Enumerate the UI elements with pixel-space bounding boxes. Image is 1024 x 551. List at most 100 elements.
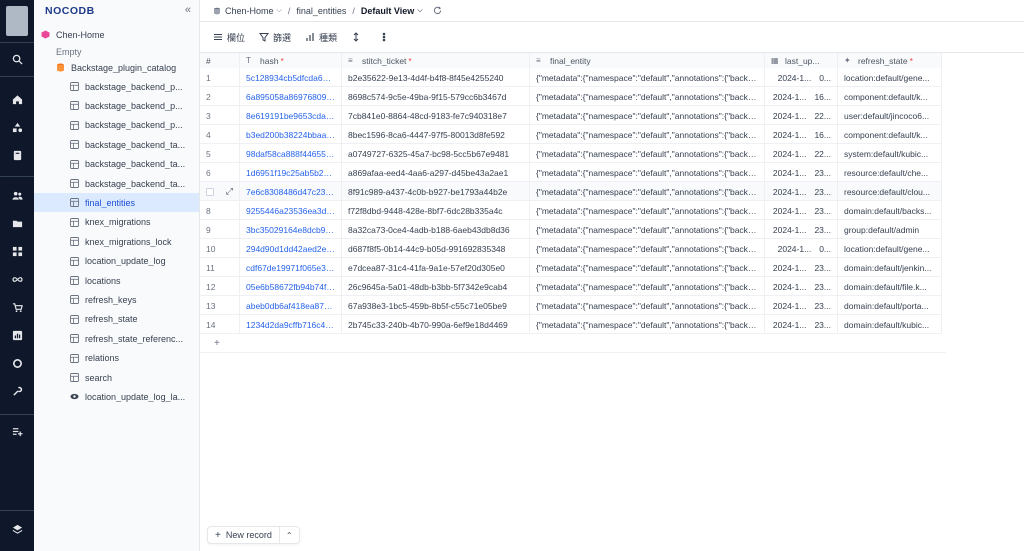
- refresh-state-cell[interactable]: component:default/k...: [838, 125, 942, 144]
- column-header[interactable]: Thash *: [240, 53, 342, 68]
- sidebar-project[interactable]: Chen-Home: [34, 25, 199, 44]
- add-row-button[interactable]: +: [200, 334, 946, 353]
- sidebar-table-item[interactable]: final_entities: [34, 193, 199, 213]
- last-updated-cell[interactable]: 2024-1... 0...: [765, 68, 838, 87]
- hash-cell[interactable]: 6a895058a86976809b...: [240, 87, 342, 106]
- last-updated-cell[interactable]: 2024-1... 22...: [765, 106, 838, 125]
- last-updated-cell[interactable]: 2024-1... 0...: [765, 239, 838, 258]
- sidebar-table-item[interactable]: relations: [34, 349, 199, 368]
- final-entity-cell[interactable]: {"metadata":{"namespace":"default","anno…: [530, 239, 765, 258]
- final-entity-cell[interactable]: {"metadata":{"namespace":"default","anno…: [530, 144, 765, 163]
- final-entity-cell[interactable]: {"metadata":{"namespace":"default","anno…: [530, 277, 765, 296]
- row-number-cell[interactable]: 10: [200, 239, 240, 258]
- sidebar-table-item[interactable]: backstage_backend_p...: [34, 116, 199, 135]
- shapes-icon[interactable]: [0, 118, 34, 136]
- sidebar-table-item[interactable]: refresh_state_referenc...: [34, 329, 199, 348]
- stitch-ticket-cell[interactable]: 8f91c989-a437-4c0b-b927-be1793a44b2e: [342, 182, 530, 201]
- column-header[interactable]: ≡ final_entity: [530, 53, 765, 68]
- last-updated-cell[interactable]: 2024-1... 23...: [765, 163, 838, 182]
- final-entity-cell[interactable]: {"metadata":{"namespace":"default","anno…: [530, 125, 765, 144]
- final-entity-cell[interactable]: {"metadata":{"namespace":"default","anno…: [530, 106, 765, 125]
- final-entity-cell[interactable]: {"metadata":{"namespace":"default","anno…: [530, 68, 765, 87]
- breadcrumb-project[interactable]: Chen-Home ⌵: [213, 6, 282, 16]
- refresh-state-cell[interactable]: domain:default/porta...: [838, 296, 942, 315]
- settings-icon[interactable]: [0, 354, 34, 372]
- row-number-cell[interactable]: 5: [200, 144, 240, 163]
- workspace-avatar[interactable]: [6, 6, 28, 36]
- last-updated-cell[interactable]: 2024-1... 23...: [765, 315, 838, 334]
- last-updated-cell[interactable]: 2024-1... 23...: [765, 201, 838, 220]
- row-number-cell[interactable]: 11: [200, 258, 240, 277]
- hash-cell[interactable]: b3ed200b38224bbaa6...: [240, 125, 342, 144]
- final-entity-cell[interactable]: {"metadata":{"namespace":"default","anno…: [530, 220, 765, 239]
- sidebar-table-item[interactable]: backstage_backend_ta...: [34, 155, 199, 174]
- final-entity-cell[interactable]: {"metadata":{"namespace":"default","anno…: [530, 296, 765, 315]
- search-icon[interactable]: [0, 50, 34, 68]
- home-icon[interactable]: [0, 90, 34, 108]
- last-updated-cell[interactable]: 2024-1... 16...: [765, 125, 838, 144]
- last-updated-cell[interactable]: 2024-1... 16...: [765, 87, 838, 106]
- refresh-state-cell[interactable]: location:default/gene...: [838, 239, 942, 258]
- refresh-state-cell[interactable]: domain:default/kubic...: [838, 315, 942, 334]
- stitch-ticket-cell[interactable]: d687f8f5-0b14-44c9-b05d-991692835348: [342, 239, 530, 258]
- stitch-ticket-cell[interactable]: e7dcea87-31c4-41fa-9a1e-57ef20d305e0: [342, 258, 530, 277]
- final-entity-cell[interactable]: {"metadata":{"namespace":"default","anno…: [530, 201, 765, 220]
- table-row[interactable]: ⤢ 7e6c8308486d47c230... 8f91c989-a437-4c0b…: [200, 182, 942, 201]
- table-row[interactable]: 2 6a895058a86976809b... 8698c574-9c5e-49ba…: [200, 87, 942, 106]
- hash-cell[interactable]: abeb0db6af418ea878...: [240, 296, 342, 315]
- cart-icon[interactable]: [0, 298, 34, 316]
- last-updated-cell[interactable]: 2024-1... 23...: [765, 182, 838, 201]
- table-row[interactable]: 8 9255446a23536ea3dd... f72f8dbd-9448-428e…: [200, 201, 942, 220]
- expand-record-icon[interactable]: ⤢: [226, 186, 233, 197]
- stitch-ticket-cell[interactable]: a0749727-6325-45a7-bc98-5cc5b67e9481: [342, 144, 530, 163]
- row-number-cell[interactable]: 9: [200, 220, 240, 239]
- sidebar-table-item[interactable]: backstage_backend_ta...: [34, 174, 199, 193]
- row-number-cell[interactable]: 12: [200, 277, 240, 296]
- row-number-cell[interactable]: 14: [200, 315, 240, 334]
- table-row[interactable]: 14 1234d2da9cffb716c4e... 2b745c33-240b-4b…: [200, 315, 942, 334]
- hash-cell[interactable]: 294d90d1dd42aed2e5...: [240, 239, 342, 258]
- row-checkbox[interactable]: [206, 187, 214, 196]
- refresh-state-cell[interactable]: domain:default/backs...: [838, 201, 942, 220]
- hash-cell[interactable]: 8e619191be9653cda6...: [240, 106, 342, 125]
- stitch-ticket-cell[interactable]: a869afaa-eed4-4aa6-a297-d45be43a2ae1: [342, 163, 530, 182]
- hash-cell[interactable]: 9255446a23536ea3dd...: [240, 201, 342, 220]
- hash-cell[interactable]: 3bc35029164e8dcb9d...: [240, 220, 342, 239]
- filter-button[interactable]: 篩選: [259, 31, 291, 44]
- stitch-ticket-cell[interactable]: 8698c574-9c5e-49ba-9f15-579cc6b3467d: [342, 87, 530, 106]
- hash-cell[interactable]: 98daf58ca888f446553...: [240, 144, 342, 163]
- table-row[interactable]: 5 98daf58ca888f446553... a0749727-6325-45a…: [200, 144, 942, 163]
- hash-cell[interactable]: 5c128934cb5dfcda62e...: [240, 68, 342, 87]
- final-entity-cell[interactable]: {"metadata":{"namespace":"default","anno…: [530, 87, 765, 106]
- column-header[interactable]: ▦ last_up...: [765, 53, 838, 68]
- last-updated-cell[interactable]: 2024-1... 23...: [765, 258, 838, 277]
- chevron-up-icon[interactable]: ⌃: [278, 526, 299, 544]
- table-row[interactable]: 10 294d90d1dd42aed2e5... d687f8f5-0b14-44c…: [200, 239, 942, 258]
- layers-icon[interactable]: [0, 520, 34, 538]
- sidebar-table-item[interactable]: knex_migrations: [34, 213, 199, 232]
- row-height-button[interactable]: [351, 32, 365, 42]
- sidebar-table-item[interactable]: locations: [34, 271, 199, 290]
- breadcrumb-view[interactable]: Default View ⌵: [361, 6, 423, 16]
- wrench-icon[interactable]: [0, 382, 34, 400]
- table-row[interactable]: 13 abeb0db6af418ea878... 67a938e3-1bc5-459…: [200, 296, 942, 315]
- column-header[interactable]: ✦ refresh_state *: [838, 53, 942, 68]
- table-row[interactable]: 1 5c128934cb5dfcda62e... b2e35622-9e13-4d4…: [200, 68, 942, 87]
- row-number-cell[interactable]: 3: [200, 106, 240, 125]
- stitch-ticket-cell[interactable]: 8bec1596-8ca6-4447-97f5-80013d8fe592: [342, 125, 530, 144]
- refresh-state-cell[interactable]: resource:default/clou...: [838, 182, 942, 201]
- stitch-ticket-cell[interactable]: f72f8dbd-9448-428e-8bf7-6dc28b335a4c: [342, 201, 530, 220]
- row-number-cell[interactable]: 2: [200, 87, 240, 106]
- row-number-cell[interactable]: ⤢: [200, 182, 240, 201]
- sidebar-table-item[interactable]: backstage_backend_ta...: [34, 135, 199, 154]
- table-row[interactable]: 12 05e6b58672fb94b74fd... 26c9645a-5a01-48…: [200, 277, 942, 296]
- sidebar-table-item[interactable]: search: [34, 368, 199, 387]
- chart-icon[interactable]: [0, 326, 34, 344]
- group-button[interactable]: 種類: [305, 31, 337, 44]
- sidebar-table-item[interactable]: backstage_backend_p...: [34, 96, 199, 115]
- sidebar-base[interactable]: Backstage_plugin_catalog: [34, 58, 199, 77]
- row-number-cell[interactable]: 8: [200, 201, 240, 220]
- table-row[interactable]: 11 cdf67de19971f065e31... e7dcea87-31c4-41…: [200, 258, 942, 277]
- final-entity-cell[interactable]: {"metadata":{"namespace":"default","anno…: [530, 258, 765, 277]
- collapse-sidebar-icon[interactable]: «: [185, 4, 191, 16]
